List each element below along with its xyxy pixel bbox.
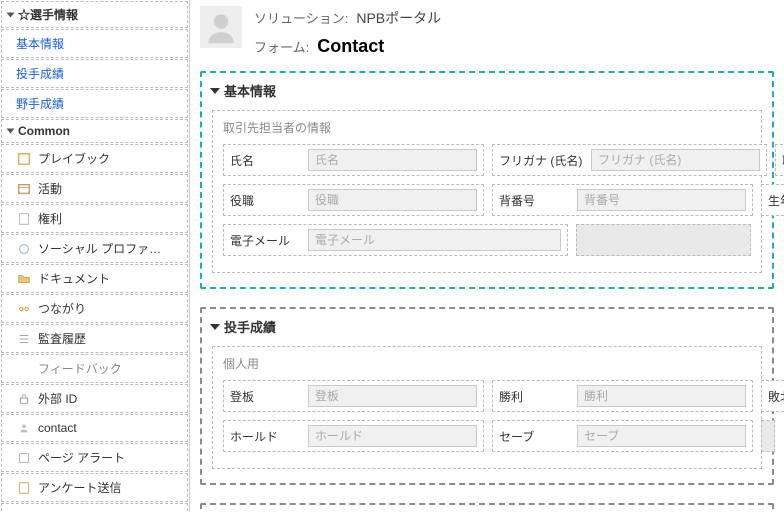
input-role[interactable]	[308, 189, 477, 211]
list-icon	[16, 331, 32, 347]
field-games: 登板	[223, 380, 484, 412]
form-label: フォーム:	[254, 37, 309, 56]
chevron-down-icon	[210, 88, 220, 94]
field-name: 氏名	[223, 144, 484, 176]
link-icon	[16, 301, 32, 317]
field-holds: ホールド	[223, 420, 484, 452]
section-header[interactable]: 基本情報	[212, 81, 762, 100]
sidebar-item-survey[interactable]: アンケート送信	[1, 473, 188, 502]
sub-box-title: 個人用	[223, 355, 751, 372]
section-batting[interactable]: 野手成績	[200, 503, 774, 512]
field-furigana: フリガナ (氏名)	[492, 144, 767, 176]
activity-icon	[16, 181, 32, 197]
field-email: 電子メール	[223, 224, 568, 256]
chevron-down-icon	[7, 129, 15, 134]
chevron-down-icon	[7, 12, 15, 17]
form-header: ソリューション: NPBポータル フォーム: Contact	[200, 0, 774, 71]
sub-box-contact: 取引先担当者の情報 氏名 フリガナ (氏名) 取引先企業名 役職 背番号 生年月…	[212, 110, 762, 273]
sidebar-item-connections[interactable]: つながり	[1, 294, 188, 323]
field-company: 取引先企業名	[775, 144, 784, 176]
sidebar-item-contact[interactable]: contact	[1, 414, 188, 442]
group-common[interactable]: Common	[1, 119, 188, 143]
sidebar-item-rights[interactable]: 権利	[1, 204, 188, 233]
feedback-icon	[16, 361, 32, 377]
solution-label: ソリューション:	[254, 8, 348, 27]
sub-box-title: 取引先担当者の情報	[223, 119, 751, 136]
group-label: Common	[18, 124, 70, 138]
field-birth: 生年月日	[761, 184, 784, 216]
avatar	[200, 6, 242, 48]
section-header[interactable]: 投手成績	[212, 317, 762, 336]
person-icon	[203, 9, 239, 45]
sidebar-item-documents[interactable]: ドキュメント	[1, 264, 188, 293]
sidebar-item-feedback[interactable]: フィードバック	[1, 354, 188, 383]
group-label: ☆選手情報	[18, 6, 78, 23]
input-name[interactable]	[308, 149, 477, 171]
alert-icon	[16, 450, 32, 466]
input-email[interactable]	[308, 229, 561, 251]
input-saves[interactable]	[577, 425, 746, 447]
group-player-info[interactable]: ☆選手情報	[1, 1, 188, 28]
sidebar-item-social[interactable]: ソーシャル プロファ…	[1, 234, 188, 263]
folder-icon	[16, 271, 32, 287]
lock-icon	[16, 391, 32, 407]
sub-box-personal: 個人用 登板 勝利 敗北 ホールド セーブ	[212, 346, 762, 469]
sidebar-item-pitching[interactable]: 投手成績	[1, 59, 188, 88]
main-content: ソリューション: NPBポータル フォーム: Contact 基本情報 取引先担…	[190, 0, 784, 512]
sidebar-item-activity[interactable]: 活動	[1, 174, 188, 203]
contact-icon	[16, 420, 32, 436]
solution-value: NPBポータル	[356, 8, 441, 28]
input-furigana[interactable]	[591, 149, 760, 171]
section-basic-info[interactable]: 基本情報 取引先担当者の情報 氏名 フリガナ (氏名) 取引先企業名 役職 背番…	[200, 71, 774, 289]
form-value: Contact	[317, 36, 384, 57]
sidebar-item-web-file-log[interactable]: Web ファイル ログ	[1, 503, 188, 512]
field-blank	[761, 420, 775, 452]
chevron-down-icon	[210, 324, 220, 330]
field-number: 背番号	[492, 184, 753, 216]
field-wins: 勝利	[492, 380, 753, 412]
input-number[interactable]	[577, 189, 746, 211]
sidebar-item-basic[interactable]: 基本情報	[1, 29, 188, 58]
sidebar-item-page-alert[interactable]: ページ アラート	[1, 443, 188, 472]
input-holds[interactable]	[308, 425, 477, 447]
sidebar-item-external-id[interactable]: 外部 ID	[1, 384, 188, 413]
sidebar-item-audit[interactable]: 監査履歴	[1, 324, 188, 353]
field-role: 役職	[223, 184, 484, 216]
input-wins[interactable]	[577, 385, 746, 407]
playbook-icon	[16, 151, 32, 167]
sidebar-item-batting[interactable]: 野手成績	[1, 89, 188, 118]
section-pitching[interactable]: 投手成績 個人用 登板 勝利 敗北 ホールド セーブ	[200, 307, 774, 485]
social-icon	[16, 241, 32, 257]
field-saves: セーブ	[492, 420, 753, 452]
survey-icon	[16, 480, 32, 496]
input-games[interactable]	[308, 385, 477, 407]
sidebar: ☆選手情報 基本情報 投手成績 野手成績 Common プレイブック 活動 権利…	[0, 0, 190, 512]
document-icon	[16, 211, 32, 227]
field-losses: 敗北	[761, 380, 784, 412]
sidebar-item-playbook[interactable]: プレイブック	[1, 144, 188, 173]
field-blank	[576, 224, 751, 256]
